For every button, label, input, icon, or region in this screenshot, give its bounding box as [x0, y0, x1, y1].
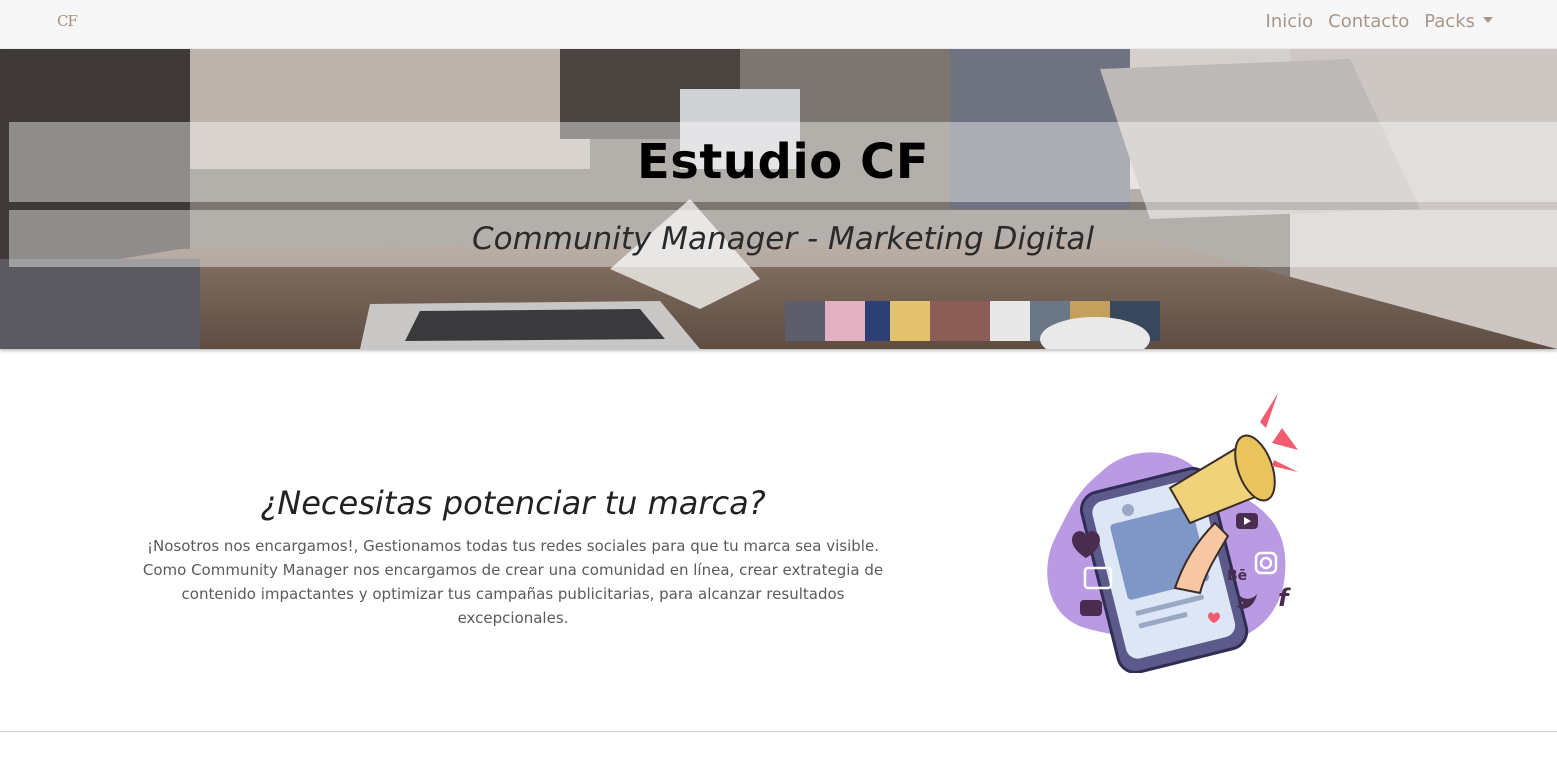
brand-logo-text: CF: [57, 12, 78, 30]
nav-dropdown-packs-label: Packs: [1424, 11, 1475, 32]
section-divider: [0, 731, 1557, 732]
hero-subtitle-band: Community Manager - Marketing Digital: [9, 210, 1557, 267]
intro-heading: ¿Necesitas potenciar tu marca?: [260, 484, 766, 522]
chat-icon: [1080, 600, 1102, 616]
hero-banner: Estudio CF Community Manager - Marketing…: [0, 49, 1557, 349]
nav-link-inicio[interactable]: Inicio: [1266, 11, 1314, 32]
intro-body: ¡Nosotros nos encargamos!, Gestionamos t…: [142, 537, 884, 627]
nav-links: Inicio Contacto Packs: [1266, 11, 1493, 32]
behance-icon: Bē: [1227, 568, 1247, 584]
caret-down-icon: [1483, 17, 1493, 23]
nav-link-contacto[interactable]: Contacto: [1328, 11, 1409, 32]
top-navbar: CF Inicio Contacto Packs: [0, 0, 1557, 49]
hero-title-band: Estudio CF: [9, 122, 1557, 202]
brand-logo[interactable]: CF: [57, 12, 78, 30]
facebook-icon: f: [1278, 584, 1291, 612]
hero-subtitle: Community Manager - Marketing Digital: [471, 220, 1095, 257]
nav-dropdown-packs[interactable]: Packs: [1424, 11, 1493, 32]
youtube-icon: [1236, 513, 1258, 529]
marketing-illustration: Bē f: [1047, 393, 1298, 673]
hero-title: Estudio CF: [637, 134, 929, 190]
intro-section: ¿Necesitas potenciar tu marca? ¡Nosotros…: [140, 484, 886, 630]
